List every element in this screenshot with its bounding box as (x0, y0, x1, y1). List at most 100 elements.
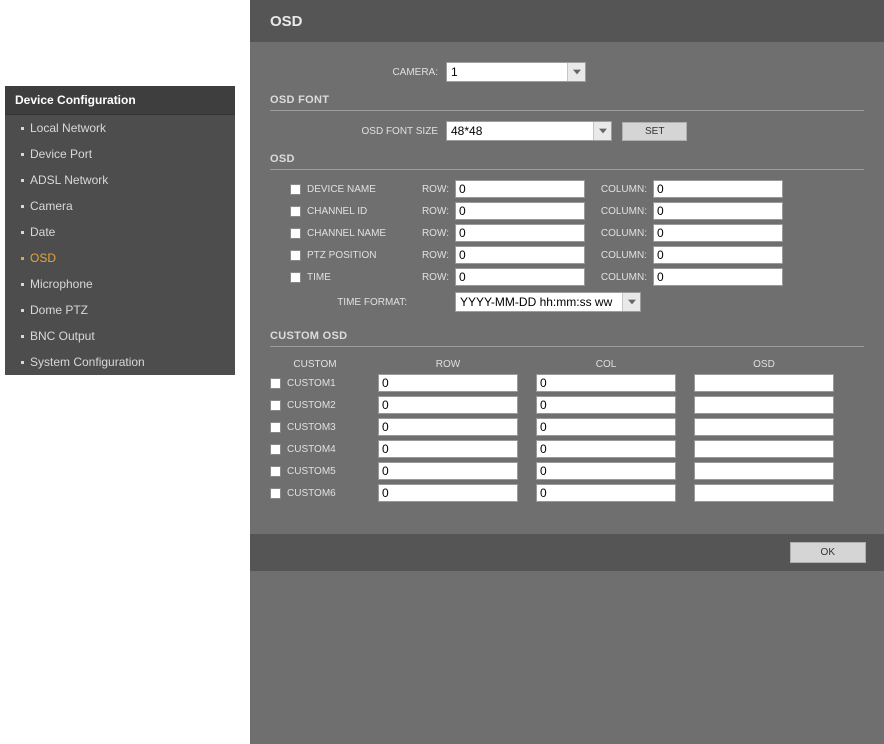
row-input[interactable] (455, 246, 585, 264)
custom-name: CUSTOM1 (287, 378, 336, 389)
sidebar-item-label: Date (30, 225, 55, 239)
checkbox[interactable] (270, 378, 281, 389)
custom-col-header: CUSTOM (270, 359, 360, 370)
custom-osd-input[interactable] (694, 462, 834, 480)
osd-heading: OSD (270, 153, 864, 165)
osd-font-heading: OSD FONT (270, 94, 864, 106)
custom-col-input[interactable] (536, 374, 676, 392)
custom-row: CUSTOM5 (270, 462, 864, 480)
font-size-select[interactable]: 48*48 (446, 121, 612, 141)
chevron-down-icon (567, 63, 585, 81)
column-input[interactable] (653, 180, 783, 198)
sidebar-item-label: Microphone (30, 277, 93, 291)
custom-osd-input[interactable] (694, 374, 834, 392)
checkbox[interactable] (290, 228, 301, 239)
checkbox[interactable] (270, 466, 281, 477)
bullet-icon (21, 335, 24, 338)
row-label: ROW: (413, 272, 449, 283)
sidebar-item-device-port[interactable]: Device Port (5, 141, 235, 167)
osd-item-name: CHANNEL NAME (307, 228, 407, 239)
custom-osd-input[interactable] (694, 396, 834, 414)
ok-button[interactable]: OK (790, 542, 866, 563)
sidebar-item-label: ADSL Network (30, 173, 108, 187)
divider (270, 169, 864, 170)
time-format-select[interactable]: YYYY-MM-DD hh:mm:ss ww (455, 292, 641, 312)
custom-row-input[interactable] (378, 374, 518, 392)
sidebar: Device Configuration Local Network Device… (5, 86, 235, 375)
custom-row-input[interactable] (378, 484, 518, 502)
column-input[interactable] (653, 246, 783, 264)
row-label: ROW: (413, 206, 449, 217)
col-col-header: COL (536, 359, 676, 370)
custom-name: CUSTOM5 (287, 466, 336, 477)
column-input[interactable] (653, 202, 783, 220)
set-button[interactable]: SET (622, 122, 687, 141)
sidebar-item-label: Device Port (30, 147, 92, 161)
custom-row-input[interactable] (378, 440, 518, 458)
custom-osd-heading: CUSTOM OSD (270, 330, 864, 342)
bullet-icon (21, 127, 24, 130)
checkbox[interactable] (270, 444, 281, 455)
row-input[interactable] (455, 268, 585, 286)
sidebar-item-date[interactable]: Date (5, 219, 235, 245)
camera-select[interactable]: 1 (446, 62, 586, 82)
custom-row: CUSTOM2 (270, 396, 864, 414)
row-input[interactable] (455, 180, 585, 198)
sidebar-item-label: Local Network (30, 121, 106, 135)
osd-row: CHANNEL IDROW:COLUMN: (290, 202, 864, 220)
custom-col-input[interactable] (536, 418, 676, 436)
checkbox[interactable] (270, 400, 281, 411)
row-col-header: ROW (378, 359, 518, 370)
sidebar-item-label: BNC Output (30, 329, 95, 343)
chevron-down-icon (593, 122, 611, 140)
sidebar-item-osd[interactable]: OSD (5, 245, 235, 271)
osd-item-name: TIME (307, 272, 407, 283)
sidebar-item-camera[interactable]: Camera (5, 193, 235, 219)
footer: OK (250, 534, 884, 571)
camera-label: CAMERA: (270, 67, 446, 78)
row-input[interactable] (455, 224, 585, 242)
checkbox[interactable] (290, 250, 301, 261)
main-panel: OSD CAMERA: 1 OSD FONT OSD FONT SIZE 48*… (250, 0, 884, 744)
custom-col-input[interactable] (536, 462, 676, 480)
custom-osd-input[interactable] (694, 418, 834, 436)
custom-osd-input[interactable] (694, 440, 834, 458)
custom-osd-input[interactable] (694, 484, 834, 502)
sidebar-item-label: OSD (30, 251, 56, 265)
bullet-icon (21, 231, 24, 234)
column-label: COLUMN: (591, 184, 647, 195)
custom-row: CUSTOM4 (270, 440, 864, 458)
sidebar-item-local-network[interactable]: Local Network (5, 115, 235, 141)
custom-row-input[interactable] (378, 396, 518, 414)
sidebar-item-microphone[interactable]: Microphone (5, 271, 235, 297)
sidebar-item-label: Camera (30, 199, 73, 213)
custom-col-input[interactable] (536, 396, 676, 414)
sidebar-item-adsl-network[interactable]: ADSL Network (5, 167, 235, 193)
checkbox[interactable] (290, 206, 301, 217)
row-label: ROW: (413, 250, 449, 261)
checkbox[interactable] (270, 488, 281, 499)
osd-row: TIMEROW:COLUMN: (290, 268, 864, 286)
sidebar-item-bnc-output[interactable]: BNC Output (5, 323, 235, 349)
custom-col-input[interactable] (536, 484, 676, 502)
column-input[interactable] (653, 268, 783, 286)
osd-row: PTZ POSITIONROW:COLUMN: (290, 246, 864, 264)
custom-row-input[interactable] (378, 418, 518, 436)
custom-row-input[interactable] (378, 462, 518, 480)
osd-col-header: OSD (694, 359, 834, 370)
column-input[interactable] (653, 224, 783, 242)
sidebar-item-dome-ptz[interactable]: Dome PTZ (5, 297, 235, 323)
row-input[interactable] (455, 202, 585, 220)
column-label: COLUMN: (591, 228, 647, 239)
custom-col-input[interactable] (536, 440, 676, 458)
sidebar-header: Device Configuration (5, 86, 235, 115)
time-format-label: TIME FORMAT: (307, 297, 407, 308)
custom-name: CUSTOM3 (287, 422, 336, 433)
bullet-icon (21, 179, 24, 182)
checkbox[interactable] (270, 422, 281, 433)
sidebar-item-system-configuration[interactable]: System Configuration (5, 349, 235, 375)
custom-row: CUSTOM1 (270, 374, 864, 392)
column-label: COLUMN: (591, 250, 647, 261)
checkbox[interactable] (290, 272, 301, 283)
checkbox[interactable] (290, 184, 301, 195)
